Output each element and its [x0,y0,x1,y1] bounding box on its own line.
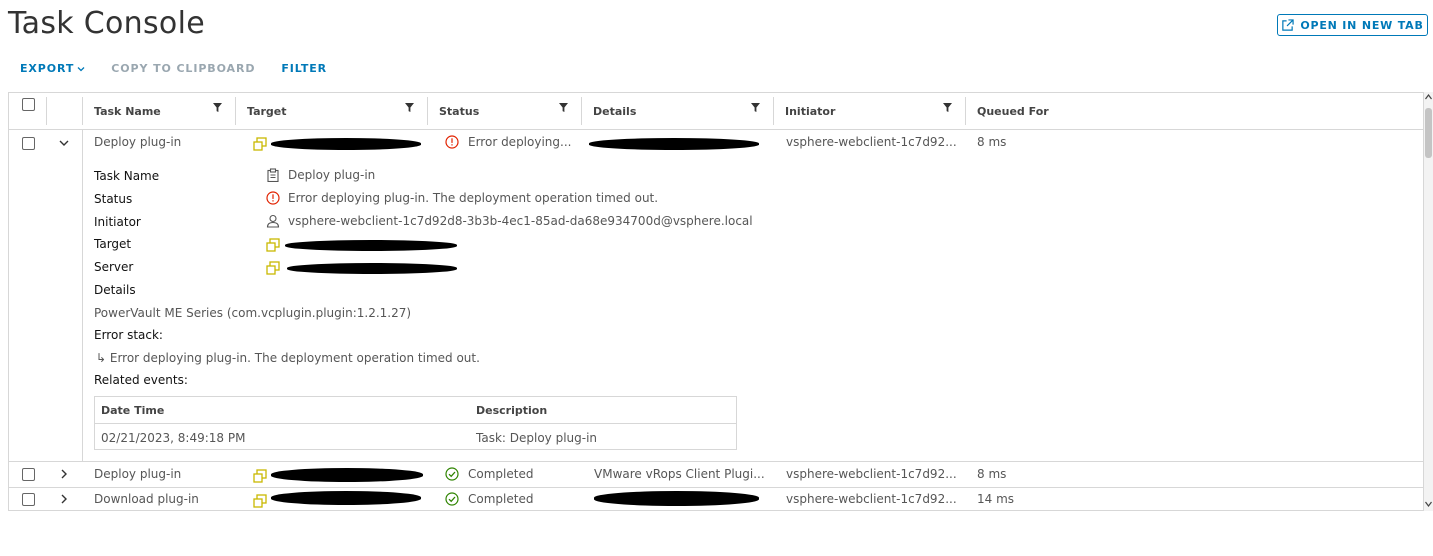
filter-funnel-icon[interactable] [751,103,760,112]
column-header-queued-for[interactable]: Queued For [965,93,1165,129]
redacted-details [594,491,759,506]
filter-funnel-icon[interactable] [213,103,222,112]
open-in-new-tab-button[interactable]: OPEN IN NEW TAB [1277,14,1428,36]
event-datetime: 02/21/2023, 8:49:18 PM [101,431,246,445]
success-check-icon [445,492,459,506]
error-icon [445,135,459,149]
events-header-datetime: Date Time [101,404,165,417]
chevron-down-icon [77,66,85,71]
vm-icon [253,137,267,151]
chevron-down-icon[interactable] [59,138,69,148]
redacted-target [285,240,457,251]
clipboard-icon [267,168,279,182]
scrollbar-thumb[interactable] [1425,108,1432,158]
task-name-cell[interactable]: Deploy plug-in [94,135,181,149]
task-name-cell[interactable]: Deploy plug-in [94,467,181,481]
error-icon [266,191,280,205]
success-check-icon [445,467,459,481]
column-divider [82,130,83,461]
events-header: Date Time Description [95,397,736,424]
table-row-expanded: Deploy plug-in Error deploying... vspher… [9,130,1423,462]
initiator-cell: vsphere-webclient-1c7d92... [786,492,957,506]
detail-initiator: vsphere-webclient-1c7d92d8-3b3b-4ec1-85a… [266,214,753,228]
status-cell: Error deploying... [468,135,572,149]
chevron-right-icon[interactable] [59,469,69,479]
vm-icon [253,494,267,508]
column-label: Task Name [94,104,161,118]
detail-status-value: Error deploying plug-in. The deployment … [288,191,659,205]
detail-details-value: PowerVault ME Series (com.vcplugin.plugi… [94,306,412,320]
queued-for-cell: 8 ms [977,467,1007,481]
detail-label-related-events: Related events: [94,373,188,387]
redacted-target [271,468,423,482]
scroll-down-arrow-icon[interactable] [1425,501,1432,507]
task-name-cell[interactable]: Download plug-in [94,492,199,506]
detail-label-initiator: Initiator [94,215,141,229]
export-label: EXPORT [20,62,75,75]
scroll-up-arrow-icon[interactable] [1425,94,1432,100]
detail-status: Error deploying plug-in. The deployment … [266,191,658,205]
table-row: Deploy plug-in Completed VMware vRops Cl… [9,462,1423,487]
row-checkbox[interactable] [22,468,35,481]
detail-label-server: Server [94,260,134,274]
column-label: Target [247,104,287,118]
table-row: Download plug-in Completed vsphere-webcl… [9,488,1423,510]
vm-icon [253,469,267,483]
vm-icon [266,238,280,252]
select-all-checkbox[interactable] [22,98,35,111]
related-events-table: Date Time Description 02/21/2023, 8:49:1… [94,396,737,450]
column-header-status[interactable]: Status [427,93,581,129]
redacted-details [589,138,759,150]
detail-label-status: Status [94,192,133,206]
column-header-initiator[interactable]: Initiator [773,93,965,129]
export-button[interactable]: EXPORT [20,62,85,75]
filter-button[interactable]: FILTER [281,62,327,75]
events-header-description: Description [476,404,548,417]
event-description: Task: Deploy plug-in [476,431,598,445]
grid-header: Task Name Target Status Details Initiato… [9,93,1423,130]
vertical-scrollbar[interactable] [1424,92,1433,511]
detail-label-task-name: Task Name [94,169,160,183]
copy-to-clipboard-button[interactable]: COPY TO CLIPBOARD [111,62,255,75]
initiator-cell: vsphere-webclient-1c7d92... [786,135,957,149]
queued-for-cell: 14 ms [977,492,1015,506]
column-label: Status [439,104,480,118]
column-label: Queued For [977,104,1049,118]
row-checkbox[interactable] [22,493,35,506]
column-label: Initiator [785,104,836,118]
open-in-new-tab-label: OPEN IN NEW TAB [1300,18,1424,32]
chevron-right-icon[interactable] [59,494,69,504]
error-stack-value: ↳ Error deploying plug-in. The deploymen… [96,351,480,365]
filter-funnel-icon[interactable] [559,103,568,112]
filter-funnel-icon[interactable] [943,103,952,112]
column-label: Details [593,104,637,118]
queued-for-cell: 8 ms [977,135,1007,149]
toolbar: EXPORT COPY TO CLIPBOARD FILTER [20,62,327,75]
detail-label-details: Details [94,283,136,297]
task-grid: Task Name Target Status Details Initiato… [8,92,1424,511]
detail-initiator-value: vsphere-webclient-1c7d92d8-3b3b-4ec1-85a… [288,214,753,228]
filter-funnel-icon[interactable] [405,103,414,112]
detail-task-name-value: Deploy plug-in [288,168,376,182]
detail-task-name: Deploy plug-in [266,168,375,182]
user-icon [266,214,280,228]
vm-icon [266,261,280,275]
column-header-details[interactable]: Details [581,93,773,129]
status-cell: Completed [468,492,534,506]
column-divider [46,97,47,125]
initiator-cell: vsphere-webclient-1c7d92... [786,467,957,481]
detail-label-target: Target [94,237,132,251]
row-checkbox[interactable] [22,137,35,150]
page-title: Task Console [8,6,205,41]
column-header-target[interactable]: Target [235,93,427,129]
redacted-target [271,491,421,505]
status-cell: Completed [468,467,534,481]
external-link-icon [1282,18,1295,31]
details-cell: VMware vRops Client Plugi... [594,467,765,481]
redacted-server [287,263,457,274]
detail-label-error-stack: Error stack: [94,328,163,342]
redacted-target [271,138,421,150]
